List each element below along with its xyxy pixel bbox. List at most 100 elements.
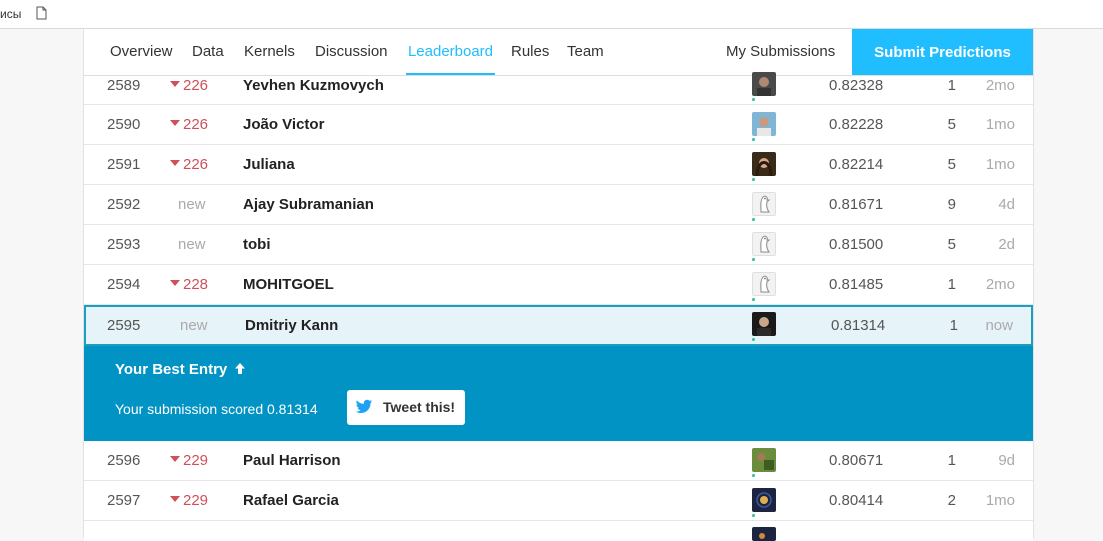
entries: 1 [947, 276, 956, 293]
rank-change: 226 [170, 116, 214, 133]
arrow-down-icon [170, 160, 180, 167]
rank-change-value: 226 [183, 77, 209, 94]
team-name[interactable]: Yevhen Kuzmovych [243, 77, 384, 94]
rank-change: new [178, 196, 222, 213]
tweet-button[interactable]: Tweet this! [347, 390, 465, 425]
avatar[interactable] [752, 152, 776, 176]
table-row[interactable]: 2597 229 Rafael Garcia 0.80414 2 1mo [84, 481, 1033, 521]
rank-change: new [178, 236, 222, 253]
rank: 2597 [107, 492, 141, 509]
rank-change-value: new [178, 236, 206, 253]
entries: 5 [947, 156, 956, 173]
online-dot [752, 474, 755, 477]
entries: 2 [947, 492, 956, 509]
rank: 2591 [107, 156, 141, 173]
avatar[interactable] [752, 312, 776, 336]
rank-change-value: 229 [183, 492, 209, 509]
team-name[interactable]: Paul Harrison [243, 452, 341, 469]
tab-team[interactable]: Team [567, 43, 604, 75]
arrow-down-icon [170, 456, 180, 463]
entries: 9 [947, 196, 956, 213]
score: 0.80414 [829, 492, 884, 509]
team-name[interactable]: Juliana [243, 156, 295, 173]
table-row[interactable]: 2594 228 MOHITGOEL 0.81485 1 2mo [84, 265, 1033, 305]
tab-discussion[interactable]: Discussion [315, 43, 388, 75]
last-submission: 2mo [985, 77, 1015, 94]
rank-change: 228 [170, 276, 214, 293]
entries: 1 [949, 317, 958, 334]
team-name[interactable]: João Victor [243, 116, 324, 133]
tab-overview[interactable]: Overview [110, 43, 173, 75]
tweet-label: Tweet this! [383, 399, 456, 415]
last-submission: 9d [998, 452, 1015, 469]
table-row[interactable]: 2591 226 Juliana 0.82214 5 1mo [84, 145, 1033, 185]
rank: 2590 [107, 116, 141, 133]
rank-change: 229 [170, 492, 214, 509]
avatar[interactable] [752, 232, 776, 256]
tab-leaderboard[interactable]: Leaderboard [406, 43, 495, 75]
table-row[interactable]: 2590 226 João Victor 0.82228 5 1mo [84, 105, 1033, 145]
rank-change-value: 226 [183, 156, 209, 173]
online-dot [752, 338, 755, 341]
avatar[interactable] [752, 192, 776, 216]
submit-predictions-button[interactable]: Submit Predictions [852, 29, 1033, 75]
last-submission: 1mo [985, 492, 1015, 509]
rank-change-value: new [178, 196, 206, 213]
team-name[interactable]: Ajay Subramanian [243, 196, 374, 213]
arrow-down-icon [170, 496, 180, 503]
rank-change-value: 229 [183, 452, 209, 469]
avatar[interactable] [752, 72, 776, 96]
online-dot [752, 98, 755, 101]
submission-score-text: Your submission scored 0.81314 [115, 401, 318, 417]
tab-rules[interactable]: Rules [511, 43, 549, 75]
tab-kernels[interactable]: Kernels [244, 43, 295, 75]
table-row[interactable]: 2596 229 Paul Harrison 0.80671 1 9d [84, 441, 1033, 481]
rank-change-value: 226 [183, 116, 209, 133]
avatar[interactable] [752, 488, 776, 512]
avatar[interactable] [752, 112, 776, 136]
online-dot [752, 514, 755, 517]
document-icon[interactable] [36, 6, 47, 20]
leaderboard-card: Overview Data Kernels Discussion Leaderb… [83, 29, 1034, 541]
rank-change: new [180, 317, 208, 334]
last-submission: 2mo [985, 276, 1015, 293]
online-dot [752, 178, 755, 181]
team-name[interactable]: Rafael Garcia [243, 492, 339, 509]
rank-change: 226 [170, 156, 214, 173]
bookmark-label[interactable]: исы [0, 7, 21, 21]
table-row[interactable]: 2589 226 Yevhen Kuzmovych 0.82328 1 2mo [84, 72, 1033, 105]
score: 0.82214 [829, 156, 884, 173]
team-name[interactable]: Dmitriy Kann [245, 317, 338, 334]
arrow-down-icon [170, 120, 180, 127]
best-entry-panel: Your Best Entry Your submission scored 0… [84, 346, 1033, 441]
leaderboard-table: 2589 226 Yevhen Kuzmovych 0.82328 1 2mo 2590 22… [84, 72, 1033, 541]
avatar[interactable] [752, 272, 776, 296]
arrow-up-icon [235, 363, 246, 374]
table-row[interactable]: 2592 new Ajay Subramanian 0.81671 9 4d [84, 185, 1033, 225]
last-submission: 4d [998, 196, 1015, 213]
table-row-own[interactable]: 2595 new Dmitriy Kann 0.81314 1 now [84, 305, 1033, 346]
rank: 2593 [107, 236, 141, 253]
rank-change: 229 [170, 452, 214, 469]
score: 0.82228 [829, 116, 884, 133]
avatar[interactable] [752, 448, 776, 472]
table-row-partial[interactable] [84, 521, 1033, 541]
online-dot [752, 258, 755, 261]
score: 0.81671 [829, 196, 884, 213]
rank-change: 226 [170, 77, 214, 94]
my-submissions-link[interactable]: My Submissions [726, 43, 835, 60]
last-submission: now [985, 317, 1013, 334]
team-name[interactable]: tobi [243, 236, 271, 253]
table-row[interactable]: 2593 new tobi 0.81500 5 2d [84, 225, 1033, 265]
twitter-icon [355, 399, 373, 413]
team-name[interactable]: MOHITGOEL [243, 276, 334, 293]
competition-tabs: Overview Data Kernels Discussion Leaderb… [84, 29, 1033, 76]
entries: 5 [947, 116, 956, 133]
rows-after: 2596 229 Paul Harrison 0.80671 1 9d 2597 229 Raf… [84, 441, 1033, 521]
score: 0.82328 [829, 77, 884, 94]
avatar[interactable] [752, 527, 776, 541]
score: 0.81500 [829, 236, 884, 253]
rows-before: 2589 226 Yevhen Kuzmovych 0.82328 1 2mo 2590 22… [84, 72, 1033, 305]
rank: 2592 [107, 196, 141, 213]
tab-data[interactable]: Data [192, 43, 224, 75]
